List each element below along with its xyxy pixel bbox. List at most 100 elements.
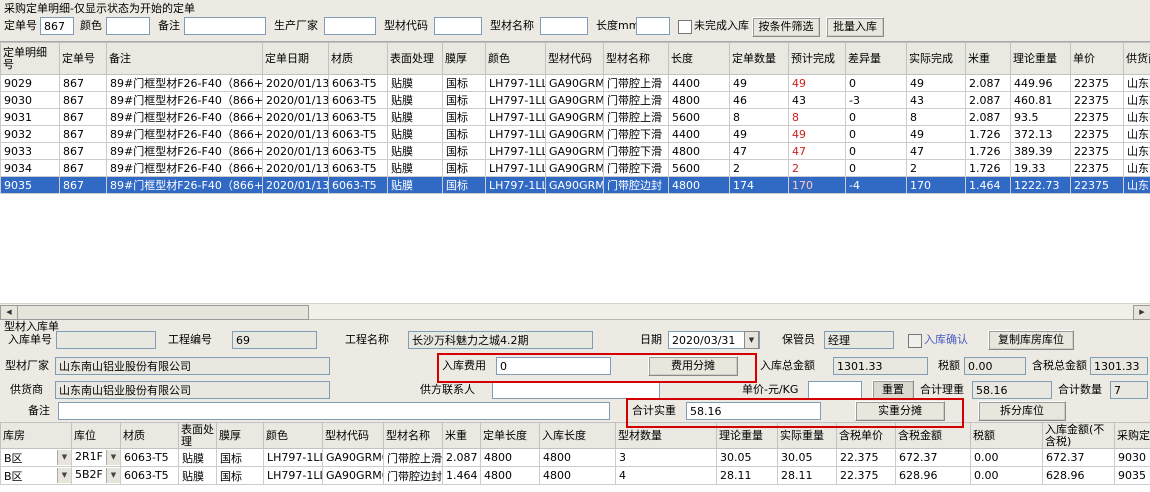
scroll-right-icon[interactable]: ▶ xyxy=(1133,305,1150,320)
order-table-hscrollbar[interactable]: ◀ ▶ xyxy=(0,303,1150,319)
warehouse-combo[interactable]: ▼B区 xyxy=(1,449,72,467)
column-header[interactable]: 含税单价 xyxy=(837,423,896,449)
cell: 0.00 xyxy=(971,449,1043,467)
scrollbar-thumb[interactable] xyxy=(17,305,309,320)
total-actual-weight-input[interactable] xyxy=(686,402,821,420)
column-header[interactable]: 单价 xyxy=(1071,43,1124,75)
table-row[interactable]: 903186789#门框型材F26-F40（866+867）2020/01/13… xyxy=(1,109,1150,126)
location-combo[interactable]: ▼5B2F xyxy=(72,467,121,485)
column-header[interactable]: 颜色 xyxy=(486,43,546,75)
warehouse-combo[interactable]: ▼B区 xyxy=(1,467,72,485)
date-picker-dropdown-icon[interactable]: ▼ xyxy=(744,331,759,349)
unit-price-input[interactable] xyxy=(808,381,862,399)
filter-by-condition-button[interactable]: 按条件筛选 xyxy=(752,17,820,37)
project-no-input[interactable] xyxy=(232,331,317,349)
column-header[interactable]: 含税金额 xyxy=(896,423,971,449)
column-header[interactable]: 表面处理 xyxy=(388,43,443,75)
table-row[interactable]: 903486789#门框型材F26-F40（866+867）2020/01/13… xyxy=(1,160,1150,177)
inbound-fee-input[interactable] xyxy=(496,357,611,375)
project-name-input[interactable] xyxy=(408,331,593,349)
cell: 628.96 xyxy=(1043,467,1115,485)
table-row[interactable]: 903586789#门框型材F26-F40（866+867）2020/01/13… xyxy=(1,177,1150,194)
column-header[interactable]: 预计完成 xyxy=(789,43,846,75)
column-header[interactable]: 采购定单行号 xyxy=(1115,423,1150,449)
factory-input[interactable] xyxy=(55,357,330,375)
column-header[interactable]: 理论重量 xyxy=(717,423,778,449)
fee-share-button[interactable]: 费用分摊 xyxy=(648,356,738,376)
column-header[interactable]: 定单明细号 xyxy=(1,43,60,75)
unfinished-checkbox[interactable] xyxy=(678,20,692,34)
combo-arrow-icon[interactable]: ▼ xyxy=(57,468,71,483)
location-combo[interactable]: ▼2R1F xyxy=(72,449,121,467)
column-header[interactable]: 表面处理 xyxy=(179,423,217,449)
table-row[interactable]: 903386789#门框型材F26-F40（866+867）2020/01/13… xyxy=(1,143,1150,160)
cell: 170 xyxy=(789,177,846,194)
column-header[interactable]: 定单数量 xyxy=(730,43,789,75)
color-input[interactable] xyxy=(106,17,150,35)
column-header[interactable]: 理论重量 xyxy=(1011,43,1071,75)
column-header[interactable]: 材质 xyxy=(121,423,179,449)
column-header[interactable]: 库位 xyxy=(72,423,121,449)
reset-button[interactable]: 重置 xyxy=(872,380,914,400)
column-header[interactable]: 米重 xyxy=(443,423,481,449)
split-location-button[interactable]: 拆分库位 xyxy=(978,401,1066,421)
column-header[interactable]: 定单号 xyxy=(60,43,107,75)
combo-arrow-icon[interactable]: ▼ xyxy=(57,450,71,465)
copy-warehouse-location-button[interactable]: 复制库房库位 xyxy=(988,330,1074,350)
total-qty-input[interactable] xyxy=(1110,381,1148,399)
column-header[interactable]: 税额 xyxy=(971,423,1043,449)
column-header[interactable]: 库房 xyxy=(1,423,72,449)
length-input[interactable] xyxy=(636,17,670,35)
column-header[interactable]: 型材数量 xyxy=(616,423,717,449)
keeper-input[interactable] xyxy=(824,331,894,349)
tax-input[interactable] xyxy=(964,357,1026,375)
table-row[interactable]: ▼B区▼2R1F6063-T5贴膜国标LH797-1LL0GA90GRM03门带… xyxy=(1,449,1150,467)
actual-weight-share-button[interactable]: 实重分摊 xyxy=(855,401,945,421)
note-input[interactable] xyxy=(58,402,610,420)
profile-code-input[interactable] xyxy=(434,17,482,35)
profile-name-input[interactable] xyxy=(540,17,588,35)
order-no-input[interactable] xyxy=(40,17,74,35)
table-row[interactable]: 903086789#门框型材F26-F40（866+867）2020/01/13… xyxy=(1,92,1150,109)
column-header[interactable]: 米重 xyxy=(966,43,1011,75)
column-header[interactable]: 定单长度 xyxy=(481,423,540,449)
manufacturer-input[interactable] xyxy=(324,17,376,35)
inbound-confirm-checkbox[interactable] xyxy=(908,334,922,348)
column-header[interactable]: 型材名称 xyxy=(604,43,669,75)
column-header[interactable]: 备注 xyxy=(107,43,263,75)
supplier-input[interactable] xyxy=(55,381,330,399)
filter-bar: 定单号 颜色 备注 生产厂家 型材代码 型材名称 长度mm 未完成入库 按条件筛… xyxy=(0,17,1150,39)
column-header[interactable]: 定单日期 xyxy=(263,43,329,75)
column-header[interactable]: 膜厚 xyxy=(217,423,264,449)
combo-arrow-icon[interactable]: ▼ xyxy=(106,450,120,465)
total-with-tax-input[interactable] xyxy=(1090,357,1148,375)
batch-inbound-button[interactable]: 批量入库 xyxy=(826,17,884,37)
column-header[interactable]: 实际完成 xyxy=(907,43,966,75)
column-header[interactable]: 供货商 xyxy=(1124,43,1150,75)
column-header[interactable]: 膜厚 xyxy=(443,43,486,75)
scroll-left-icon[interactable]: ◀ xyxy=(0,305,18,320)
column-header[interactable]: 材质 xyxy=(329,43,388,75)
column-header[interactable]: 型材代码 xyxy=(323,423,384,449)
column-header[interactable]: 型材代码 xyxy=(546,43,604,75)
column-header[interactable]: 型材名称 xyxy=(384,423,443,449)
column-header[interactable]: 长度 xyxy=(669,43,730,75)
column-header[interactable]: 实际重量 xyxy=(778,423,837,449)
column-header[interactable]: 颜色 xyxy=(264,423,323,449)
table-row[interactable]: 902986789#门框型材F26-F40（866+867）2020/01/13… xyxy=(1,75,1150,92)
total-amount-input[interactable] xyxy=(833,357,928,375)
table-row[interactable]: ▼B区▼5B2F6063-T5贴膜国标LH797-1LL0GA90GRM05门带… xyxy=(1,467,1150,485)
total-theory-weight-input[interactable] xyxy=(972,381,1052,399)
table-row[interactable]: 903286789#门框型材F26-F40（866+867）2020/01/13… xyxy=(1,126,1150,143)
column-header[interactable]: 入库金额(不含税) xyxy=(1043,423,1115,449)
inbound-fee-label: 入库费用 xyxy=(442,357,486,375)
inbound-no-input[interactable] xyxy=(56,331,156,349)
cell: GA90GRM04 xyxy=(546,160,604,177)
column-header[interactable]: 差异量 xyxy=(846,43,907,75)
cell: LH797-1LL0 xyxy=(486,109,546,126)
remark-input[interactable] xyxy=(184,17,266,35)
cell: 门带腔下滑 xyxy=(604,126,669,143)
combo-arrow-icon[interactable]: ▼ xyxy=(106,468,120,483)
supplier-contact-input[interactable] xyxy=(492,381,660,399)
column-header[interactable]: 入库长度 xyxy=(540,423,616,449)
